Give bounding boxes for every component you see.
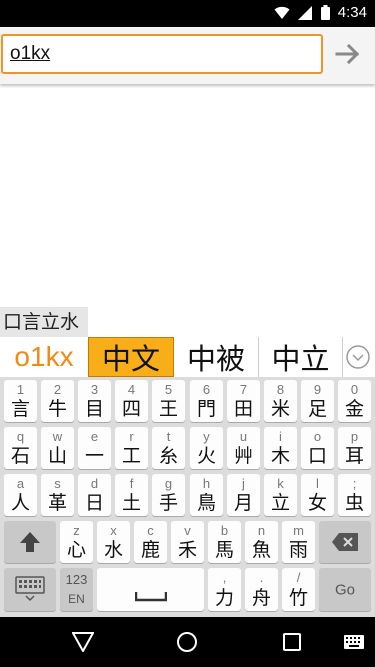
key-r[interactable]: r工 xyxy=(115,427,148,469)
go-key[interactable]: Go xyxy=(319,568,371,611)
keyboard: 1言 2牛 3目 4四 5王 6門 7田 8米 9足 0金 q石 w山 e一 r… xyxy=(0,377,375,617)
recents-icon[interactable] xyxy=(283,633,301,651)
key-slash[interactable]: / 竹 xyxy=(282,568,315,611)
search-field[interactable] xyxy=(1,34,323,74)
chevron-down-icon[interactable] xyxy=(346,345,370,369)
candidate-1[interactable]: 中文 xyxy=(88,337,174,377)
home-icon[interactable] xyxy=(176,631,198,653)
key-e[interactable]: e一 xyxy=(78,427,111,469)
keyboard-icon xyxy=(15,576,45,602)
key-6[interactable]: 6門 xyxy=(190,380,223,422)
mode-key[interactable]: 123 EN xyxy=(60,568,93,611)
key-8[interactable]: 8米 xyxy=(264,380,297,422)
content-area xyxy=(0,88,375,307)
arrow-right-icon[interactable] xyxy=(331,37,365,71)
ime-composition: 口言立水 xyxy=(0,307,88,337)
status-time: 4:34 xyxy=(337,4,367,21)
key-q[interactable]: q石 xyxy=(4,427,37,469)
key-u[interactable]: u艸 xyxy=(227,427,260,469)
status-bar: 4:34 xyxy=(0,0,375,27)
key-h[interactable]: h鳥 xyxy=(190,474,223,516)
key-g[interactable]: g手 xyxy=(152,474,185,516)
signal-icon xyxy=(297,5,312,20)
key-period[interactable]: .舟 xyxy=(245,568,278,611)
key-w[interactable]: w山 xyxy=(41,427,74,469)
candidate-bar: o1kx 中文 中被 中立 xyxy=(0,337,375,377)
search-bar xyxy=(0,27,375,84)
key-semicolon[interactable]: ; 虫 xyxy=(338,474,371,516)
key-b[interactable]: b馬 xyxy=(208,521,241,563)
key-d[interactable]: d日 xyxy=(78,474,111,516)
key-v[interactable]: v禾 xyxy=(171,521,204,563)
keyboard-switch-key[interactable] xyxy=(4,568,56,611)
backspace-key[interactable] xyxy=(319,521,371,563)
key-1[interactable]: 1言 xyxy=(4,380,37,422)
key-k[interactable]: k立 xyxy=(264,474,297,516)
shift-key[interactable] xyxy=(4,521,56,563)
back-icon[interactable] xyxy=(72,632,94,652)
key-2[interactable]: 2牛 xyxy=(41,380,74,422)
key-p[interactable]: p耳 xyxy=(338,427,371,469)
shift-icon xyxy=(20,532,40,552)
key-o[interactable]: o口 xyxy=(301,427,334,469)
key-4[interactable]: 4四 xyxy=(115,380,148,422)
backspace-icon xyxy=(332,533,358,551)
key-i[interactable]: i木 xyxy=(264,427,297,469)
key-j[interactable]: j月 xyxy=(227,474,260,516)
key-f[interactable]: f土 xyxy=(115,474,148,516)
space-key[interactable] xyxy=(97,568,204,611)
key-comma[interactable]: ,力 xyxy=(208,568,241,611)
key-3[interactable]: 3目 xyxy=(78,380,111,422)
key-t[interactable]: t糸 xyxy=(152,427,185,469)
key-c[interactable]: c鹿 xyxy=(134,521,167,563)
wifi-icon xyxy=(274,6,290,19)
key-z[interactable]: z心 xyxy=(60,521,93,563)
key-n[interactable]: n魚 xyxy=(245,521,278,563)
key-y[interactable]: y火 xyxy=(190,427,223,469)
key-7[interactable]: 7田 xyxy=(227,380,260,422)
key-a[interactable]: a人 xyxy=(4,474,37,516)
battery-icon xyxy=(320,5,330,20)
candidate-raw-input[interactable]: o1kx xyxy=(0,337,88,377)
key-m[interactable]: m雨 xyxy=(282,521,315,563)
key-9[interactable]: 9足 xyxy=(301,380,334,422)
navigation-bar xyxy=(0,617,375,667)
key-x[interactable]: x水 xyxy=(97,521,130,563)
key-0[interactable]: 0金 xyxy=(338,380,371,422)
space-icon xyxy=(135,592,167,602)
key-s[interactable]: s革 xyxy=(41,474,74,516)
search-input[interactable] xyxy=(3,36,310,72)
key-5[interactable]: 5王 xyxy=(152,380,185,422)
candidate-2[interactable]: 中被 xyxy=(174,337,259,377)
keyboard-icon[interactable] xyxy=(344,635,364,649)
candidate-3[interactable]: 中立 xyxy=(259,337,343,377)
key-l[interactable]: l女 xyxy=(301,474,334,516)
